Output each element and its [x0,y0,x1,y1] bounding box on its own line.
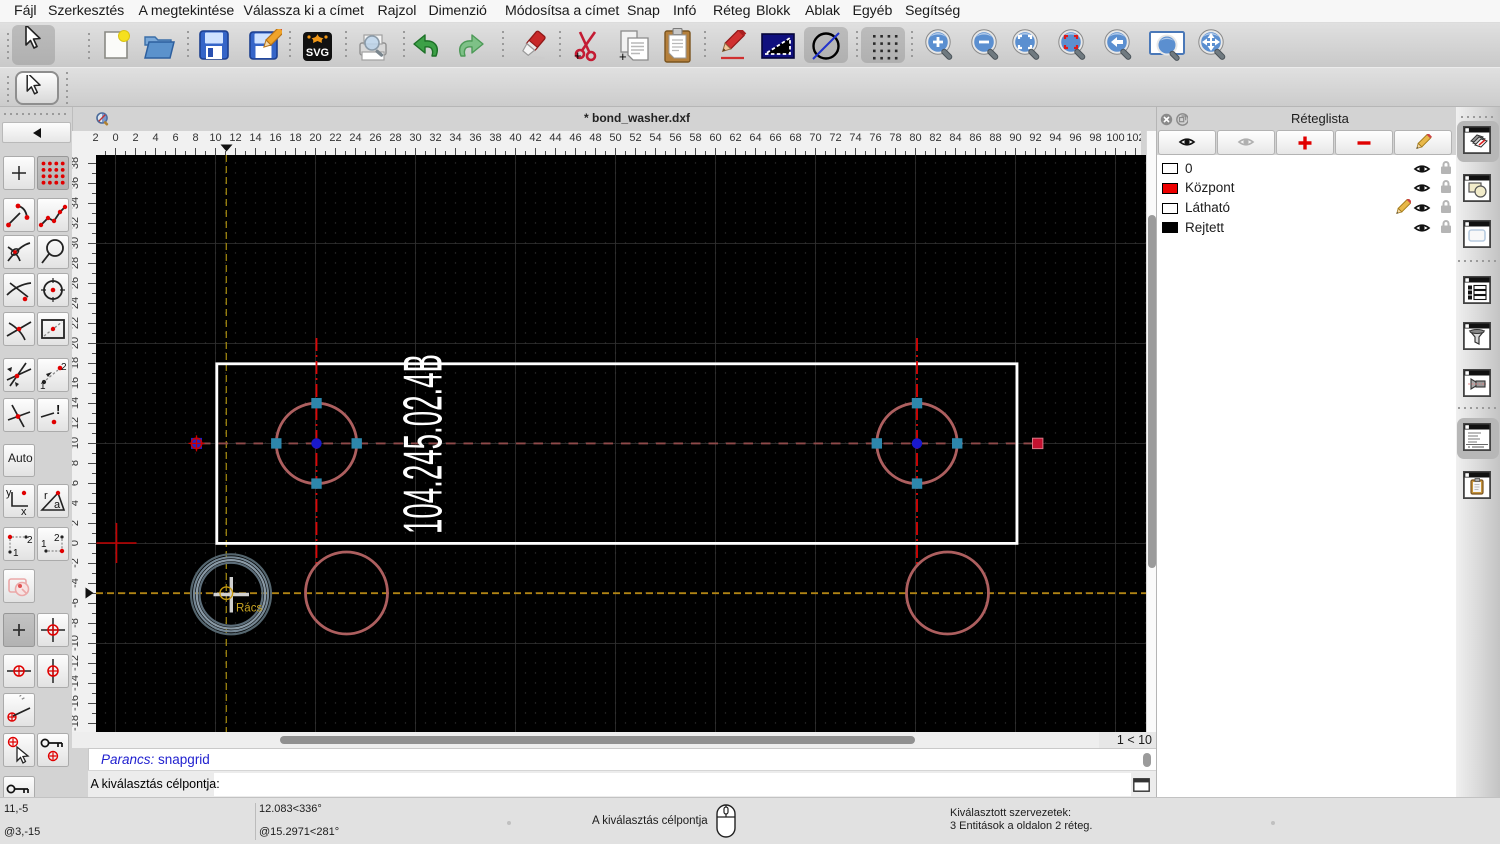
svg-text:104.245.02.4B: 104.245.02.4B [392,354,453,534]
svg-text:2: 2 [61,362,67,373]
svg-text:+: + [619,49,627,63]
svg-text:r: r [44,490,48,502]
svg-text:+: + [574,48,582,63]
svg-text:Rács: Rács [236,603,262,615]
svg-text:y: y [6,487,12,499]
svg-text:SVG: SVG [306,47,329,59]
svg-text:!: ! [56,402,60,417]
svg-text:2: 2 [54,533,60,544]
svg-text:2: 2 [27,535,33,546]
svg-text:x: x [21,506,27,516]
svg-text:a: a [54,499,61,511]
svg-text:1: 1 [40,381,46,390]
svg-text:1: 1 [13,548,19,559]
svg-text:1: 1 [41,539,47,550]
